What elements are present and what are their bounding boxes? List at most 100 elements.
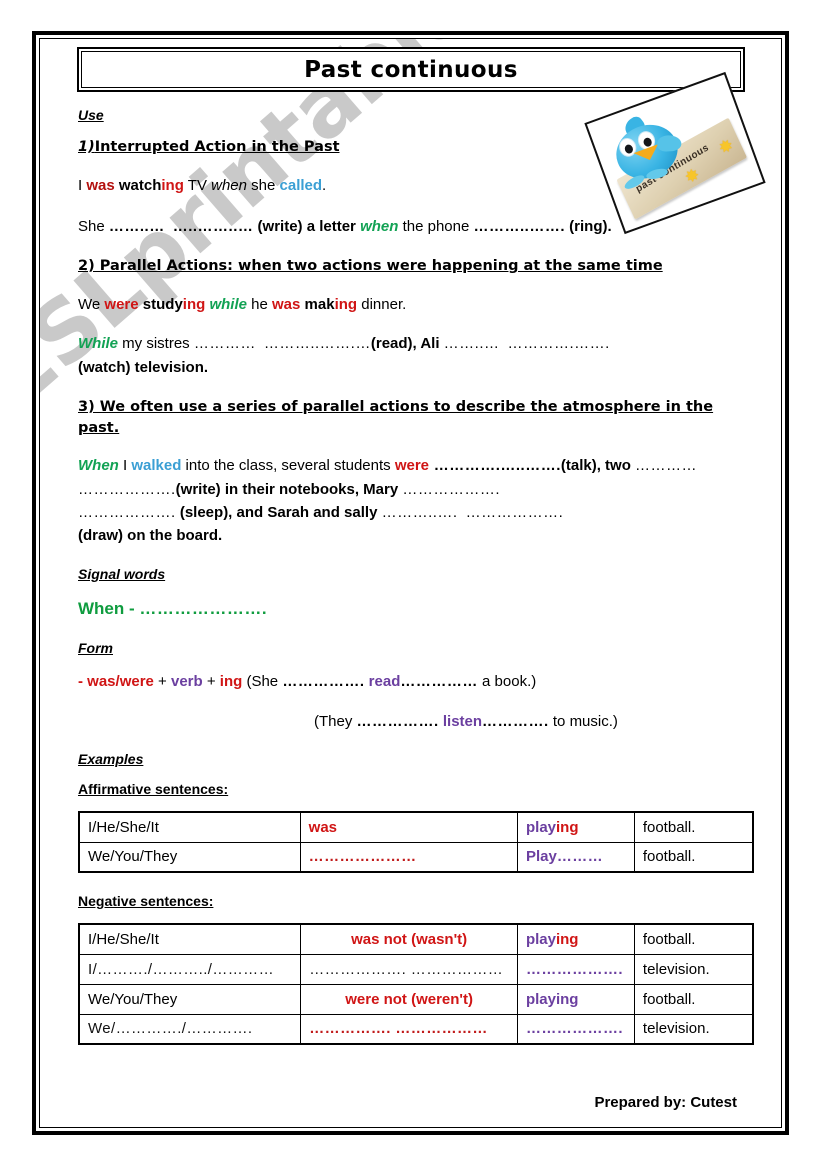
affirm-r2-subject: We/You/They <box>78 841 301 873</box>
form-dash: - <box>78 673 88 691</box>
form-plus-1: + <box>153 673 171 691</box>
r2-were: were <box>104 295 139 313</box>
affirm-r2-verb-stem: Play <box>526 848 557 866</box>
neg-r3-object: football. <box>633 983 754 1015</box>
affirm-r1-aux-text: was <box>308 818 338 836</box>
signal-words-line: When - …………………. <box>78 596 754 623</box>
neg-r2-subject-blank[interactable]: I/………./………../………… <box>88 961 274 978</box>
neg-r4-aux-blank[interactable]: ……………. ……………… <box>309 1020 488 1037</box>
affirm-r1-aux: was <box>299 811 519 843</box>
negative-heading: Negative sentences: <box>78 893 214 910</box>
r3e-blank-4[interactable]: ………………. <box>402 481 500 498</box>
neg-r1-aux-text: was not (wasn't) <box>351 930 468 948</box>
affirm-r2-aux-blank[interactable]: ………………… <box>309 848 417 865</box>
r2e-blank-1[interactable]: ………… <box>194 335 256 352</box>
r1-t4: she <box>246 176 280 194</box>
neg-r2-aux[interactable]: ………………. ……………… <box>300 953 518 985</box>
r2e-t3: (watch) television. <box>78 358 209 376</box>
r2-t6: dinner. <box>357 295 407 313</box>
rule3-exercise: When I walked into the class, several st… <box>78 454 754 548</box>
neg-r2-aux-blank[interactable]: ………………. ……………… <box>309 961 503 978</box>
r3e-blank-6[interactable]: ………..…. <box>382 504 458 521</box>
examples-heading: Examples <box>78 751 144 768</box>
r1e-blank-2[interactable]: …..……..… <box>173 218 254 235</box>
neg-r1-verb-stem: play <box>525 930 556 948</box>
worksheet-content: Use 1)Interrupted Action in the Past I w… <box>78 107 754 1051</box>
form-blank-2[interactable]: …………… <box>400 673 478 690</box>
r3e-blank-7[interactable]: ………………. <box>466 504 564 521</box>
r1e-t4: (ring). <box>565 217 612 235</box>
r2-t4: he <box>246 295 273 313</box>
affirm-r1-verb-ing: ing <box>556 818 579 836</box>
form2-t2: to music.) <box>548 712 618 730</box>
r2e-t2: (read), Ali <box>370 335 444 353</box>
neg-r4-subject-blank[interactable]: We/…………./…………. <box>88 1020 253 1037</box>
r1e-t1: She <box>78 217 109 235</box>
rule2-example: We were studying while he was making din… <box>78 293 754 316</box>
rule2-heading: 2) Parallel Actions: when two actions we… <box>78 258 663 275</box>
r3e-were: were <box>394 457 430 475</box>
affirm-r2-aux[interactable]: ………………… <box>299 841 519 873</box>
affirm-r2-verb-blank[interactable]: ……… <box>557 848 603 865</box>
affirm-r2-object: football. <box>633 841 754 873</box>
rule2-exercise: While my sistres ………… ………..…….…(read), Al… <box>78 332 754 379</box>
r1-called: called <box>279 176 323 194</box>
neg-r4-subject[interactable]: We/…………./…………. <box>78 1013 302 1045</box>
page-title: Past continuous <box>304 56 518 83</box>
signal-when: When <box>78 598 125 618</box>
affirm-r1-subject: I/He/She/It <box>78 811 301 843</box>
neg-r3-aux: were not (weren't) <box>300 983 518 1015</box>
r3e-t3: (talk), two <box>560 457 636 475</box>
table-row: I/He/She/It was not (wasn't) playing foo… <box>78 923 754 955</box>
form-t2: a book.) <box>477 673 537 691</box>
r3e-t4: (write) in their notebooks, Mary <box>175 480 403 498</box>
form-was-were: was/were <box>87 673 154 691</box>
affirm-r2-verb[interactable]: Play……… <box>517 841 635 873</box>
form-read: read <box>364 673 401 691</box>
r2e-blank-4[interactable]: ………….……. <box>508 335 610 352</box>
r3e-blank-1[interactable]: ………….…..……. <box>429 457 561 474</box>
table-row: I/He/She/It was playing football. <box>78 811 754 843</box>
r3e-blank-3[interactable]: ………………. <box>78 481 176 498</box>
r2-ing1: ing <box>182 295 206 313</box>
r2-t2: study <box>138 295 183 313</box>
affirm-r1-verb: playing <box>517 811 635 843</box>
r2e-while: While <box>78 335 118 353</box>
neg-r4-verb[interactable]: ………………. <box>516 1013 635 1045</box>
form-t1: (She <box>242 673 283 691</box>
signal-blank[interactable]: …………………. <box>139 599 267 618</box>
r2-while: while <box>209 295 247 313</box>
neg-r1-object: football. <box>633 923 754 955</box>
r3e-when: When <box>78 457 119 475</box>
neg-r3-aux-text: were not (weren't) <box>345 990 473 1008</box>
r1-t3: TV <box>183 176 212 194</box>
prepared-by-credit: Prepared by: Cutest <box>594 1094 737 1111</box>
form-plus-2: + <box>202 673 220 691</box>
r3e-walked: walked <box>131 457 182 475</box>
form2-blank-1[interactable]: ……………. <box>357 713 439 730</box>
form-ing: ing <box>219 673 243 691</box>
neg-r2-verb-blank[interactable]: ………………. <box>526 961 623 978</box>
r1e-blank-3[interactable]: ………..……. <box>474 218 566 235</box>
affirmative-sentences-table: I/He/She/It was playing football. We/You… <box>78 811 754 874</box>
signal-words-heading: Signal words <box>78 565 166 582</box>
neg-r1-verb-ing: ing <box>555 930 579 948</box>
title-box-inner: Past continuous <box>81 51 741 88</box>
neg-r2-subject[interactable]: I/………./………../………… <box>78 953 302 985</box>
neg-r3-verb-stem: play <box>525 990 556 1008</box>
r2e-blank-2[interactable]: ………..…….… <box>264 335 371 352</box>
r2e-blank-3[interactable]: ……..… <box>444 335 500 352</box>
r3e-blank-2[interactable]: ………… <box>635 457 697 474</box>
neg-r4-verb-blank[interactable]: ………………. <box>526 1020 623 1037</box>
form-blank-1[interactable]: ……………. <box>282 673 364 690</box>
title-box: Past continuous <box>77 47 745 92</box>
form2-blank-2[interactable]: …………. <box>482 713 549 730</box>
r1-was: was <box>86 176 115 194</box>
r1e-t2: (write) a letter <box>253 217 361 235</box>
r1e-blank-1[interactable]: ……..… <box>109 218 165 235</box>
neg-r4-aux[interactable]: ……………. ……………… <box>300 1013 518 1045</box>
neg-r1-subject: I/He/She/It <box>78 923 302 955</box>
neg-r2-verb[interactable]: ………………. <box>516 953 635 985</box>
r3e-blank-5[interactable]: ………………. <box>78 504 176 521</box>
r3e-t6: (draw) on the board. <box>78 527 223 545</box>
